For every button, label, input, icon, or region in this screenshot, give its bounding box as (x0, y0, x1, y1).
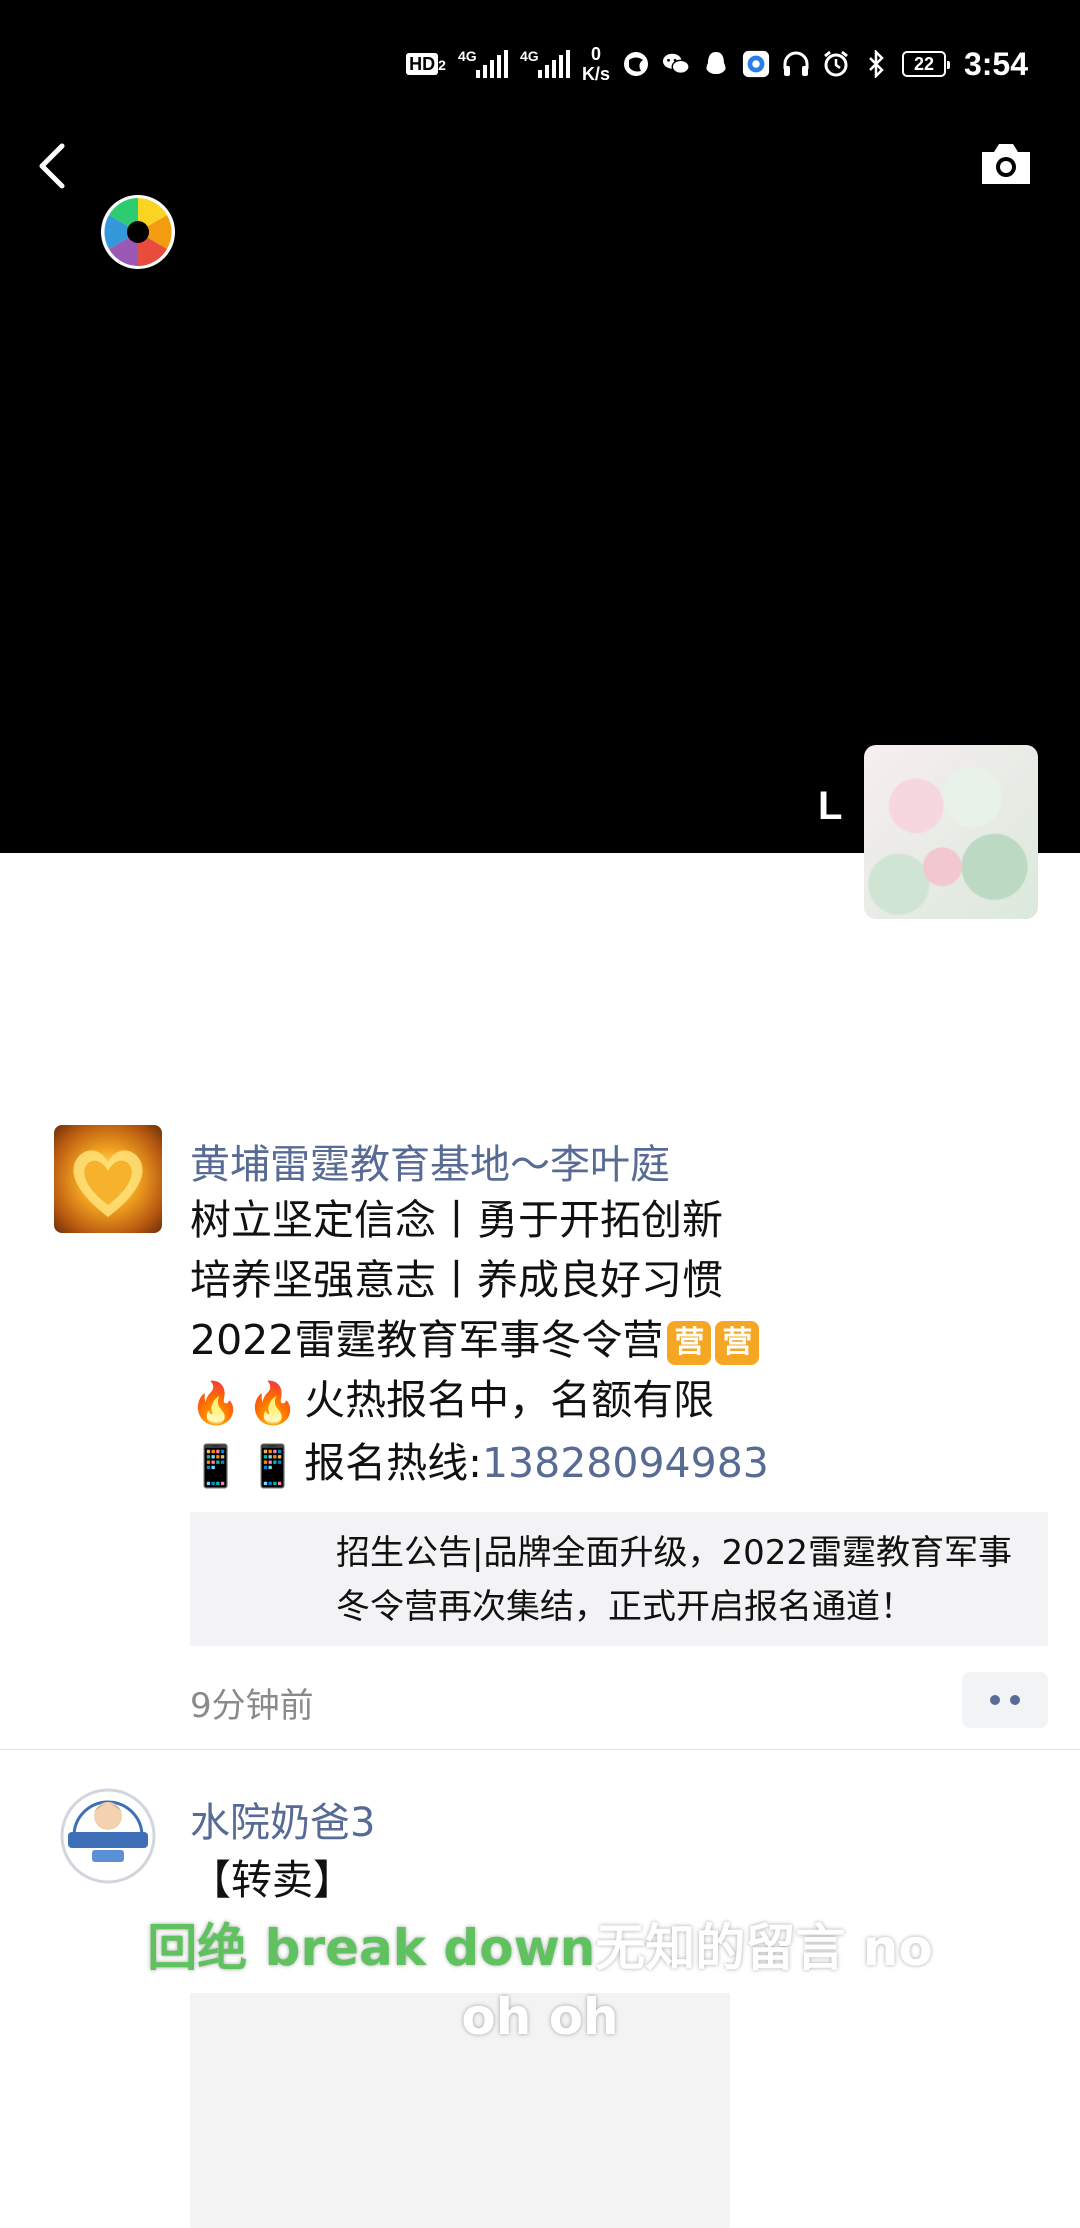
profile-username[interactable]: L (818, 784, 842, 829)
camera-icon (982, 144, 1030, 184)
divider (0, 1749, 1080, 1750)
cover-image[interactable] (0, 0, 1080, 853)
headphones-icon (782, 50, 810, 78)
post-author-name[interactable]: 黄埔雷霆教育基地～李叶庭 (190, 1132, 670, 1190)
camp-emoji-icon: 营 (715, 1321, 760, 1365)
lyrics-subtitle-line: 回绝 break down无知的留言 no (147, 1919, 933, 1977)
profile-avatar[interactable] (864, 745, 1038, 919)
signal-icon-1: 4G (458, 48, 508, 78)
qq-icon (702, 50, 730, 78)
back-button[interactable] (28, 136, 80, 196)
author-avatar[interactable] (54, 1782, 162, 1890)
hd-badge: HD 2 (406, 52, 446, 75)
fire-emoji-icon: 🔥 (247, 1379, 299, 1427)
author-avatar[interactable] (54, 1125, 162, 1233)
post-author-name[interactable]: 水院奶爸3 (190, 1790, 375, 1848)
camp-emoji-icon: 营 (667, 1321, 712, 1365)
loading-spinner-icon (100, 194, 176, 270)
article-title: 招生公告|品牌全面升级，2022雷霆教育军事冬令营再次集结，正式开启报名通道！ (336, 1533, 1012, 1627)
more-options-button[interactable] (962, 1672, 1048, 1728)
post-text-line: 培养坚强意志丨养成良好习惯 (190, 1256, 723, 1304)
post-text-line: 🔥 🔥 火热报名中，名额有限 (190, 1370, 1050, 1433)
shared-article-card[interactable]: 招生公告|品牌全面升级，2022雷霆教育军事冬令营再次集结，正式开启报名通道！ (190, 1512, 1048, 1646)
phone-emoji-icon: 📱 (247, 1442, 299, 1490)
post-content: 【转卖】 (190, 1850, 1050, 1910)
app-icon (742, 50, 770, 78)
bluetooth-icon (862, 50, 890, 78)
post-text-line: 【转卖】 (190, 1856, 354, 1904)
post-text-line: 2022雷霆教育军事冬令营营营 (190, 1310, 1050, 1370)
fire-emoji-icon: 🔥 (190, 1379, 242, 1427)
signal-icon-2: 4G (520, 48, 570, 78)
browser-icon (622, 50, 650, 78)
status-bar: HD 2 4G 4G 0 K/s 22 3:54 (406, 40, 1028, 88)
camera-button[interactable] (978, 140, 1034, 188)
battery-indicator: 22 (901, 51, 950, 77)
chevron-left-icon (39, 143, 65, 189)
article-thumbnail (204, 1526, 310, 1632)
network-speed: 0 K/s (581, 44, 610, 84)
wechat-icon (662, 50, 690, 78)
hotline-phone-link[interactable]: 13828094983 (482, 1439, 769, 1487)
post-text-line: 📱 📱 报名热线:13828094983 (190, 1433, 1050, 1496)
post-content: 树立坚定信念丨勇于开拓创新 培养坚强意志丨养成良好习惯 2022雷霆教育军事冬令… (190, 1190, 1050, 1496)
clock: 3:54 (963, 45, 1028, 82)
post-timestamp: 9分钟前 (190, 1686, 314, 1726)
alarm-icon (822, 50, 850, 78)
phone-emoji-icon: 📱 (190, 1442, 242, 1490)
lyrics-subtitle-line: oh oh (461, 1988, 619, 2046)
post-text-line: 树立坚定信念丨勇于开拓创新 (190, 1196, 723, 1244)
